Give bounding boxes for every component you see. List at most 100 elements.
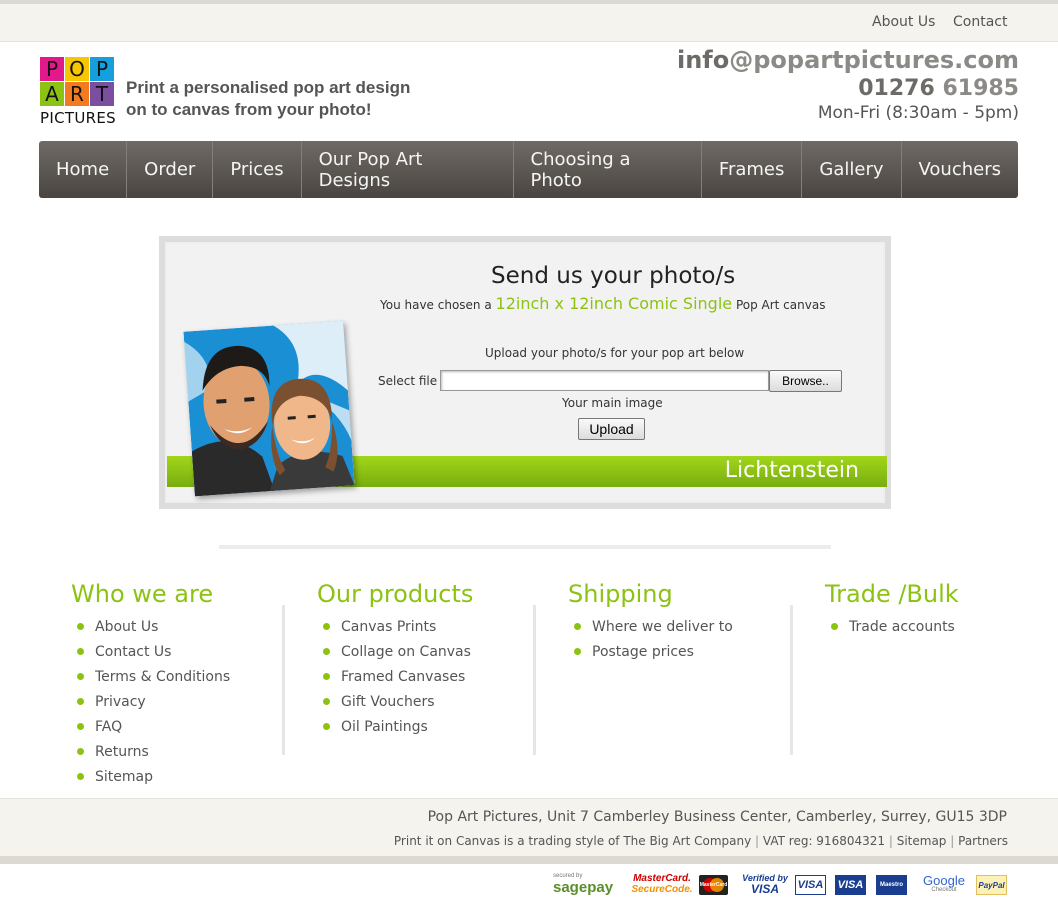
footer-link-gift-vouchers[interactable]: Gift Vouchers (317, 693, 473, 718)
footer-link-returns[interactable]: Returns (71, 743, 230, 768)
logo-letter: R (65, 82, 89, 106)
logo-letter: O (65, 57, 89, 81)
nav-item-home[interactable]: Home (39, 141, 128, 198)
footer-partners-link[interactable]: Partners (958, 834, 1008, 848)
upload-heading: Send us your photo/s (491, 263, 736, 289)
footer-link-label: Returns (95, 744, 149, 760)
site-logo[interactable]: P O P A R T PICTURES (40, 57, 116, 127)
footer-link-collage[interactable]: Collage on Canvas (317, 643, 473, 668)
footer-link-label: FAQ (95, 719, 123, 735)
verified-by-line-2: VISA (750, 882, 779, 896)
file-path-input[interactable] (440, 370, 769, 391)
company-address: Pop Art Pictures, Unit 7 Camberley Busin… (427, 809, 1007, 825)
footer-column-trade: Trade /Bulk Trade accounts (825, 580, 959, 643)
main-image-label: Your main image (562, 396, 663, 410)
footer-link-postage-prices[interactable]: Postage prices (568, 643, 733, 668)
footer-bottom-bar (0, 856, 1058, 864)
footer-sitemap-link[interactable]: Sitemap (897, 834, 947, 848)
google-wordmark: Google (923, 873, 965, 888)
phone-number: 61985 (942, 76, 1019, 101)
footer-link-contact-us[interactable]: Contact Us (71, 643, 230, 668)
contact-phone: 01276 61985 (858, 76, 1019, 101)
footer-link-label: About Us (95, 619, 159, 635)
nav-item-choosing-photo[interactable]: Choosing a Photo (514, 141, 702, 198)
separator: | (755, 834, 760, 848)
bullet-icon (77, 622, 84, 630)
footer-column-our-products: Our products Canvas Prints Collage on Ca… (317, 580, 473, 743)
separator: | (950, 834, 955, 848)
footer-link-canvas-prints[interactable]: Canvas Prints (317, 618, 473, 643)
chosen-product: 12inch x 12inch Comic Single (495, 294, 733, 313)
email-domain: @popartpictures.com (729, 46, 1019, 74)
opening-hours: Mon-Fri (8:30am - 5pm) (817, 103, 1019, 123)
column-separator (282, 605, 285, 755)
separator: | (888, 834, 893, 848)
footer-link-about-us[interactable]: About Us (71, 618, 230, 643)
sagepay-logo: secured by sagepay (553, 871, 623, 897)
footer-column-title: Shipping (568, 580, 673, 608)
top-link-about[interactable]: About Us (872, 14, 935, 30)
upload-button[interactable]: Upload (578, 418, 645, 440)
chosen-suffix: Pop Art canvas (735, 298, 826, 312)
bullet-icon (323, 622, 330, 630)
site-footer: Pop Art Pictures, Unit 7 Camberley Busin… (0, 798, 1058, 856)
logo-wordmark: PICTURES (40, 109, 116, 127)
nav-item-vouchers[interactable]: Vouchers (902, 141, 1019, 198)
nav-item-frames[interactable]: Frames (702, 141, 803, 198)
google-checkout-logo: Google Checkout (920, 871, 968, 897)
footer-link-terms[interactable]: Terms & Conditions (71, 668, 230, 693)
footer-link-label: Trade accounts (849, 619, 955, 635)
footer-link-trade-accounts[interactable]: Trade accounts (825, 618, 959, 643)
footer-link-label: Postage prices (592, 644, 694, 660)
bullet-icon (323, 697, 330, 705)
nav-item-prices[interactable]: Prices (213, 141, 302, 198)
footer-link-sitemap[interactable]: Sitemap (71, 768, 230, 793)
browse-button[interactable]: Browse.. (769, 370, 842, 392)
paypal-logo: PayPal (976, 875, 1007, 895)
bullet-icon (574, 647, 581, 655)
vat-number: VAT reg: 916804321 (762, 834, 886, 848)
legal-line: Print it on Canvas is a trading style of… (394, 834, 1008, 848)
footer-column-shipping: Shipping Where we deliver to Postage pri… (568, 580, 733, 668)
section-divider (219, 545, 831, 549)
footer-link-faq[interactable]: FAQ (71, 718, 230, 743)
footer-column-who-we-are: Who we are About Us Contact Us Terms & C… (71, 580, 230, 793)
google-checkout-label: Checkout (931, 887, 957, 893)
upload-panel-body: Lichtenstein Send us your photo/s You ha… (167, 244, 887, 501)
footer-column-title: Our products (317, 580, 474, 608)
footer-link-label: Where we deliver to (592, 619, 733, 635)
bullet-icon (77, 697, 84, 705)
tagline-line-1: Print a personalised pop art design (126, 78, 411, 97)
bullet-icon (77, 672, 84, 680)
footer-link-label: Gift Vouchers (341, 694, 435, 710)
mastercard-securecode-line-2: SecureCode. (631, 884, 693, 895)
footer-link-oil-paintings[interactable]: Oil Paintings (317, 718, 473, 743)
footer-link-label: Privacy (95, 694, 146, 710)
bullet-icon (323, 672, 330, 680)
nav-item-order[interactable]: Order (127, 141, 214, 198)
select-file-label: Select file (378, 374, 438, 388)
footer-link-label: Framed Canvases (341, 669, 466, 685)
chosen-prefix: You have chosen a (380, 298, 492, 312)
style-name: Lichtenstein (724, 458, 859, 483)
top-link-contact[interactable]: Contact (953, 14, 1007, 30)
bullet-icon (77, 722, 84, 730)
footer-link-privacy[interactable]: Privacy (71, 693, 230, 718)
footer-link-where-we-deliver[interactable]: Where we deliver to (568, 618, 733, 643)
email-user: info (676, 46, 730, 74)
bullet-icon (574, 622, 581, 630)
chosen-product-line: You have chosen a 12inch x 12inch Comic … (380, 294, 825, 313)
nav-item-gallery[interactable]: Gallery (802, 141, 902, 198)
verified-by-visa-logo: Verified by VISA (740, 871, 790, 897)
logo-letter: P (90, 57, 114, 81)
nav-item-designs[interactable]: Our Pop Art Designs (302, 141, 514, 198)
tagline-line-2: on to canvas from your photo! (126, 100, 372, 119)
visa-logo: VISA (795, 875, 826, 895)
bullet-icon (77, 772, 84, 780)
footer-link-framed[interactable]: Framed Canvases (317, 668, 473, 693)
pop-art-portrait-illustration (183, 320, 355, 497)
bullet-icon (323, 722, 330, 730)
column-separator (790, 605, 793, 755)
footer-column-title: Who we are (71, 580, 214, 608)
contact-email[interactable]: info@popartpictures.com (677, 46, 1019, 74)
